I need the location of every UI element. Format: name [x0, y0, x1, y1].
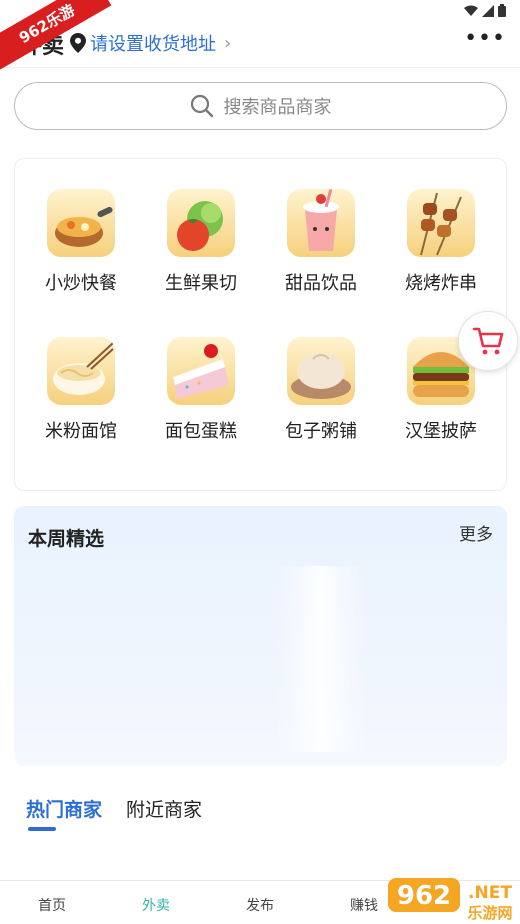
- fresh-fruit-icon: [167, 189, 235, 257]
- nav-home[interactable]: 首页: [22, 895, 82, 915]
- wifi-icon: [464, 5, 478, 16]
- merchant-tabs: 热门商家 附近商家: [26, 795, 202, 822]
- search-input[interactable]: 搜索商品商家: [14, 82, 507, 130]
- tab-nearby-merchants[interactable]: 附近商家: [126, 795, 202, 822]
- bun-icon: [287, 337, 355, 405]
- signal-icon: [482, 4, 494, 17]
- nav-earn[interactable]: 赚钱: [334, 895, 394, 915]
- category-grid: 小炒快餐 生鲜果切 甜品饮品 烧烤炸串 米粉面馆 面包蛋糕 包子粥铺 汉堡披萨: [14, 158, 507, 491]
- header: 外卖 请设置收货地址 › •••: [0, 22, 520, 68]
- category-label: 小炒快餐: [45, 273, 117, 294]
- chevron-right-icon: ›: [224, 32, 232, 54]
- nav-publish[interactable]: 发布: [230, 895, 290, 915]
- cake-icon: [167, 337, 235, 405]
- category-item[interactable]: 生鲜果切: [141, 189, 261, 295]
- category-label: 面包蛋糕: [165, 421, 237, 442]
- category-label: 生鲜果切: [165, 273, 237, 294]
- weekly-picks-section: 本周精选 更多: [14, 506, 507, 766]
- nav-takeout[interactable]: 外卖: [126, 895, 186, 915]
- more-button[interactable]: •••: [464, 26, 506, 51]
- cart-icon: [472, 327, 504, 355]
- category-label: 甜品饮品: [285, 273, 357, 294]
- drinks-icon: [287, 189, 355, 257]
- loading-placeholder: [276, 566, 366, 752]
- noodles-icon: [47, 337, 115, 405]
- location-label: 请设置收货地址: [90, 34, 216, 55]
- site-logo: 962 .NET 乐游网: [386, 872, 520, 924]
- category-label: 米粉面馆: [45, 421, 117, 442]
- status-icons: [464, 4, 506, 17]
- category-label: 烧烤炸串: [405, 273, 477, 294]
- cart-button[interactable]: [458, 311, 518, 371]
- tab-hot-merchants[interactable]: 热门商家: [26, 795, 102, 822]
- svg-text:.NET: .NET: [468, 883, 512, 903]
- bbq-icon: [407, 189, 475, 257]
- stir-fry-icon: [47, 189, 115, 257]
- category-item[interactable]: 小炒快餐: [21, 189, 141, 295]
- svg-text:962: 962: [397, 881, 451, 911]
- category-item[interactable]: 包子粥铺: [261, 337, 381, 443]
- category-item[interactable]: 甜品饮品: [261, 189, 381, 295]
- category-label: 汉堡披萨: [405, 421, 477, 442]
- search-icon: [190, 94, 213, 118]
- weekly-title: 本周精选: [28, 528, 105, 550]
- search-placeholder: 搜索商品商家: [223, 97, 332, 118]
- category-item[interactable]: 米粉面馆: [21, 337, 141, 443]
- weekly-more-link[interactable]: 更多: [459, 520, 493, 545]
- battery-icon: [498, 4, 506, 17]
- category-label: 包子粥铺: [285, 421, 357, 442]
- category-item[interactable]: 烧烤炸串: [381, 189, 501, 295]
- svg-text:乐游网: 乐游网: [467, 904, 512, 922]
- active-tab-indicator: [28, 827, 56, 831]
- location-pin-icon: [70, 33, 86, 53]
- location-selector[interactable]: 请设置收货地址 ›: [70, 30, 231, 56]
- category-item[interactable]: 面包蛋糕: [141, 337, 261, 443]
